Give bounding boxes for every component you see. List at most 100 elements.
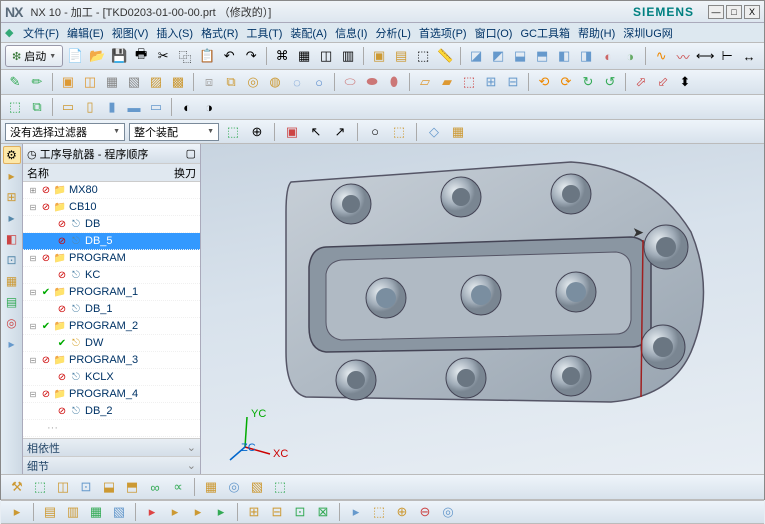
e2-icon[interactable]: ⧉ xyxy=(221,72,241,92)
menu-item[interactable]: 工具(T) xyxy=(242,23,286,43)
dim-icon[interactable]: ↔ xyxy=(739,46,759,66)
p3-icon[interactable]: ⬍ xyxy=(675,72,695,92)
view3-icon[interactable]: ▥ xyxy=(338,46,358,66)
d4-icon[interactable]: ▦ xyxy=(86,502,106,522)
sketch2-icon[interactable]: ✏ xyxy=(27,72,47,92)
m3-icon[interactable]: ⬮ xyxy=(384,72,404,92)
nav-tab-3[interactable]: ⊞ xyxy=(3,188,21,206)
r3-icon[interactable]: ↻ xyxy=(578,72,598,92)
feat6-icon[interactable]: ▩ xyxy=(168,72,188,92)
d1-icon[interactable]: ▸ xyxy=(7,502,27,522)
f2-icon[interactable]: ⊕ xyxy=(247,122,267,142)
menu-item[interactable]: 格式(R) xyxy=(197,23,242,43)
d7-icon[interactable]: ▸ xyxy=(165,502,185,522)
sel6-icon[interactable]: ▬ xyxy=(124,97,144,117)
feat4-icon[interactable]: ▧ xyxy=(124,72,144,92)
menu-item[interactable]: 窗口(O) xyxy=(471,23,517,43)
nav-tab-7[interactable]: ▦ xyxy=(3,272,21,290)
a4-icon[interactable]: ⊞ xyxy=(481,72,501,92)
d9-icon[interactable]: ▸ xyxy=(211,502,231,522)
d15-icon[interactable]: ⬚ xyxy=(369,502,389,522)
selection-filter-combo[interactable]: 没有选择过滤器▼ xyxy=(5,123,125,141)
tree-row[interactable]: ⊟✔📁PROGRAM_1··· xyxy=(23,284,200,301)
iso1-icon[interactable]: ◪ xyxy=(466,46,486,66)
menu-item[interactable]: 信息(I) xyxy=(331,23,371,43)
m1-icon[interactable]: ⬭ xyxy=(340,72,360,92)
feat1-icon[interactable]: ▣ xyxy=(58,72,78,92)
feat3-icon[interactable]: ▦ xyxy=(102,72,122,92)
e5-icon[interactable]: ◌ xyxy=(287,72,307,92)
c5-icon[interactable]: ⬓ xyxy=(99,477,119,497)
feat2-icon[interactable]: ◫ xyxy=(80,72,100,92)
redo-icon[interactable]: ↷ xyxy=(241,46,261,66)
start-button[interactable]: ❇启动▼ xyxy=(5,45,63,67)
command-icon[interactable]: ⌘ xyxy=(272,46,292,66)
sel8-icon[interactable]: ◐ xyxy=(177,97,197,117)
tree-row[interactable]: ·⊘⎋KCLX xyxy=(23,369,200,386)
tree-row[interactable]: ·✔⎋DW xyxy=(23,335,200,352)
c8-icon[interactable]: ∝ xyxy=(168,477,188,497)
f3-icon[interactable]: ▣ xyxy=(282,122,302,142)
iso5-icon[interactable]: ◧ xyxy=(554,46,574,66)
d13-icon[interactable]: ⊠ xyxy=(313,502,333,522)
new-icon[interactable]: 📄 xyxy=(65,46,85,66)
curve2-icon[interactable]: 〰 xyxy=(673,46,693,66)
box-icon[interactable]: ▣ xyxy=(369,46,389,66)
sel7-icon[interactable]: ▭ xyxy=(146,97,166,117)
tree-row[interactable]: ·⊘⎋KC xyxy=(23,267,200,284)
e4-icon[interactable]: ◍ xyxy=(265,72,285,92)
a3-icon[interactable]: ⬚ xyxy=(459,72,479,92)
nav-tab-operation[interactable]: ⚙ xyxy=(3,146,21,164)
save-icon[interactable]: 💾 xyxy=(109,46,129,66)
r1-icon[interactable]: ⟲ xyxy=(534,72,554,92)
tree-row[interactable]: ⊟⊘📁CB10 xyxy=(23,199,200,216)
sel3-icon[interactable]: ▭ xyxy=(58,97,78,117)
f1-icon[interactable]: ⬚ xyxy=(223,122,243,142)
menu-item[interactable]: 首选项(P) xyxy=(415,23,471,43)
menu-item[interactable]: 深圳UG网 xyxy=(619,23,677,43)
d10-icon[interactable]: ⊞ xyxy=(244,502,264,522)
f8-icon[interactable]: ◇ xyxy=(424,122,444,142)
menu-item[interactable]: GC工具箱 xyxy=(516,23,574,43)
measure-icon[interactable]: 📏 xyxy=(435,46,455,66)
d18-icon[interactable]: ◎ xyxy=(438,502,458,522)
cut-icon[interactable]: ✂ xyxy=(153,46,173,66)
c7-icon[interactable]: ∞ xyxy=(145,477,165,497)
d3-icon[interactable]: ▥ xyxy=(63,502,83,522)
r4-icon[interactable]: ↺ xyxy=(600,72,620,92)
tree-row[interactable]: ⊟⊘📁PROGRAM_3··· xyxy=(23,352,200,369)
c4-icon[interactable]: ⊡ xyxy=(76,477,96,497)
sketch-icon[interactable]: ✎ xyxy=(5,72,25,92)
sel1-icon[interactable]: ⬚ xyxy=(5,97,25,117)
operation-tree[interactable]: ⊞⊘📁MX80⊟⊘📁CB10·⊘⎋DB·⊘⎋DB_5⊟⊘📁PROGRAM·⊘⎋K… xyxy=(23,182,200,438)
p2-icon[interactable]: ⬃ xyxy=(653,72,673,92)
menu-item[interactable]: 插入(S) xyxy=(152,23,197,43)
sel4-icon[interactable]: ▯ xyxy=(80,97,100,117)
e3-icon[interactable]: ◎ xyxy=(243,72,263,92)
c9-icon[interactable]: ▦ xyxy=(201,477,221,497)
print-icon[interactable]: 🖶 xyxy=(131,46,151,66)
menu-item[interactable]: 视图(V) xyxy=(108,23,153,43)
extend-icon[interactable]: ⟷ xyxy=(695,46,715,66)
sel5-icon[interactable]: ▮ xyxy=(102,97,122,117)
close-button[interactable]: X xyxy=(744,5,760,19)
menu-item[interactable]: 文件(F) xyxy=(19,23,63,43)
nav-tab-9[interactable]: ◎ xyxy=(3,314,21,332)
undo-icon[interactable]: ↶ xyxy=(219,46,239,66)
iso4-icon[interactable]: ⬒ xyxy=(532,46,552,66)
col-tool[interactable]: 换刀 xyxy=(174,165,196,181)
c12-icon[interactable]: ⬚ xyxy=(270,477,290,497)
sel9-icon[interactable]: ◑ xyxy=(199,97,219,117)
paste-icon[interactable]: 📋 xyxy=(197,46,217,66)
select-icon[interactable]: ⬚ xyxy=(413,46,433,66)
minimize-button[interactable]: — xyxy=(708,5,724,19)
d8-icon[interactable]: ▸ xyxy=(188,502,208,522)
c10-icon[interactable]: ◎ xyxy=(224,477,244,497)
nav-pin-icon[interactable]: ▢ xyxy=(186,147,196,160)
tree-row[interactable]: ⊞⊘📁MX80 xyxy=(23,182,200,199)
c6-icon[interactable]: ⬒ xyxy=(122,477,142,497)
curve1-icon[interactable]: ∿ xyxy=(651,46,671,66)
a5-icon[interactable]: ⊟ xyxy=(503,72,523,92)
assembly-filter-combo[interactable]: 整个装配▼ xyxy=(129,123,219,141)
col-name[interactable]: 名称 xyxy=(27,165,174,181)
